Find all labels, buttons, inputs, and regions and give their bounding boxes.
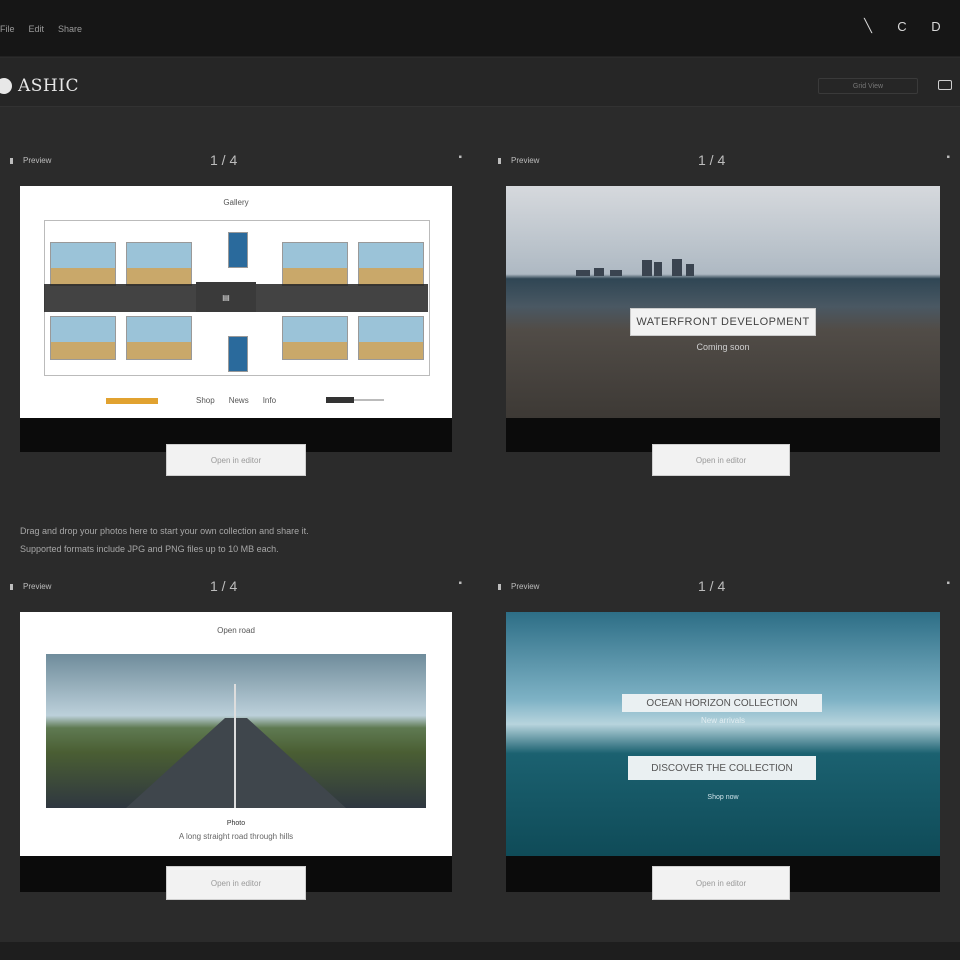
panel-menu-icon[interactable]: ▪ (946, 152, 950, 163)
photo-caption-small: Photo (226, 820, 246, 827)
gallery-thumb[interactable] (50, 316, 116, 360)
road-photo (46, 654, 426, 808)
panel-2: Preview 1 / 4 ▪ WATERFRONT DEVELOPMENT C… (498, 150, 950, 480)
panel-header: Preview 1 / 4 ▪ (10, 150, 462, 170)
feather-icon[interactable]: ╲ (860, 18, 876, 34)
top-bar: File Edit Share ╲ C D (0, 0, 960, 57)
panel-header: Preview 1 / 4 ▪ (10, 576, 462, 596)
city-skyline (576, 258, 716, 276)
preview-image[interactable]: OCEAN HORIZON COLLECTION New arrivals DI… (506, 612, 940, 856)
gallery-thumb[interactable] (228, 232, 248, 268)
doc-title: Open road (217, 626, 255, 635)
gallery-thumb[interactable] (126, 242, 192, 286)
top-nav: File Edit Share (0, 24, 82, 34)
open-editor-button[interactable]: Open in editor (166, 866, 306, 900)
panel-counter: 1 / 4 (698, 152, 726, 168)
hero-subcaption: Coming soon (696, 342, 750, 352)
view-toggle[interactable]: Grid View (818, 78, 918, 94)
panel-label: Preview (498, 156, 539, 165)
panel-counter: 1 / 4 (210, 578, 238, 594)
gallery-thumb[interactable] (282, 242, 348, 286)
top-actions: ╲ C D (860, 18, 944, 34)
refresh-icon[interactable]: C (894, 18, 910, 34)
panel-menu-icon[interactable]: ▪ (458, 578, 462, 589)
gallery-thumb[interactable] (50, 242, 116, 286)
notice-text: Drag and drop your photos here to start … (20, 522, 309, 558)
gallery-thumb[interactable] (358, 316, 424, 360)
panel-counter: 1 / 4 (210, 152, 238, 168)
gallery-thumb[interactable] (228, 336, 248, 372)
bottom-bar (0, 942, 960, 960)
preview-image[interactable]: WATERFRONT DEVELOPMENT Coming soon (506, 186, 940, 418)
app-logo: ASHIC (18, 76, 79, 96)
nav-share[interactable]: Share (58, 24, 82, 34)
road (126, 718, 346, 808)
nav-edit[interactable]: Edit (29, 24, 45, 34)
panel-label: Preview (498, 582, 539, 591)
doc-link[interactable]: Info (263, 396, 276, 405)
doc-links: Shop News Info (196, 396, 276, 405)
doc-title: Gallery (223, 198, 249, 207)
menu-icon[interactable]: D (928, 18, 944, 34)
panel-header: Preview 1 / 4 ▪ (498, 150, 950, 170)
open-editor-button[interactable]: Open in editor (652, 444, 790, 476)
photo-caption: A long straight road through hills (178, 832, 294, 841)
panel-menu-icon[interactable]: ▪ (458, 152, 462, 163)
secondary-caption: DISCOVER THE COLLECTION (628, 756, 816, 780)
panel-label: Preview (10, 582, 51, 591)
gallery-center-tag: ▤ (196, 282, 256, 312)
app-bar (0, 58, 960, 107)
open-editor-button[interactable]: Open in editor (166, 444, 306, 476)
gallery-thumb[interactable] (126, 316, 192, 360)
notice-line-2: Supported formats include JPG and PNG fi… (20, 544, 279, 554)
hero-caption: OCEAN HORIZON COLLECTION (622, 694, 822, 712)
doc-footer: Shop News Info (20, 396, 452, 408)
doc-link[interactable]: Shop (196, 396, 215, 405)
secondary-subcaption: Shop now (707, 794, 739, 801)
doc-slider[interactable] (326, 397, 384, 403)
panel-menu-icon[interactable]: ▪ (946, 578, 950, 589)
panel-3: Preview 1 / 4 ▪ Open road Photo A long s… (10, 576, 462, 906)
pole (234, 684, 236, 808)
gallery-thumb[interactable] (282, 316, 348, 360)
panel-label: Preview (10, 156, 51, 165)
hero-caption: WATERFRONT DEVELOPMENT (630, 308, 816, 336)
doc-link[interactable]: News (229, 396, 249, 405)
preview-doc[interactable]: Open road Photo A long straight road thr… (20, 612, 452, 856)
accent-bar (106, 398, 158, 404)
open-editor-button[interactable]: Open in editor (652, 866, 790, 900)
panel-4: Preview 1 / 4 ▪ OCEAN HORIZON COLLECTION… (498, 576, 950, 906)
panel-header: Preview 1 / 4 ▪ (498, 576, 950, 596)
gallery-thumb[interactable] (358, 242, 424, 286)
notice-line-1: Drag and drop your photos here to start … (20, 526, 309, 536)
preview-doc[interactable]: Gallery ▤ Shop News Info (20, 186, 452, 418)
panel-counter: 1 / 4 (698, 578, 726, 594)
hero-subcaption: New arrivals (700, 716, 745, 725)
panel-1: Preview 1 / 4 ▪ Gallery ▤ Shop News Info… (10, 150, 462, 480)
nav-file[interactable]: File (0, 24, 15, 34)
fullscreen-icon[interactable] (938, 80, 952, 90)
